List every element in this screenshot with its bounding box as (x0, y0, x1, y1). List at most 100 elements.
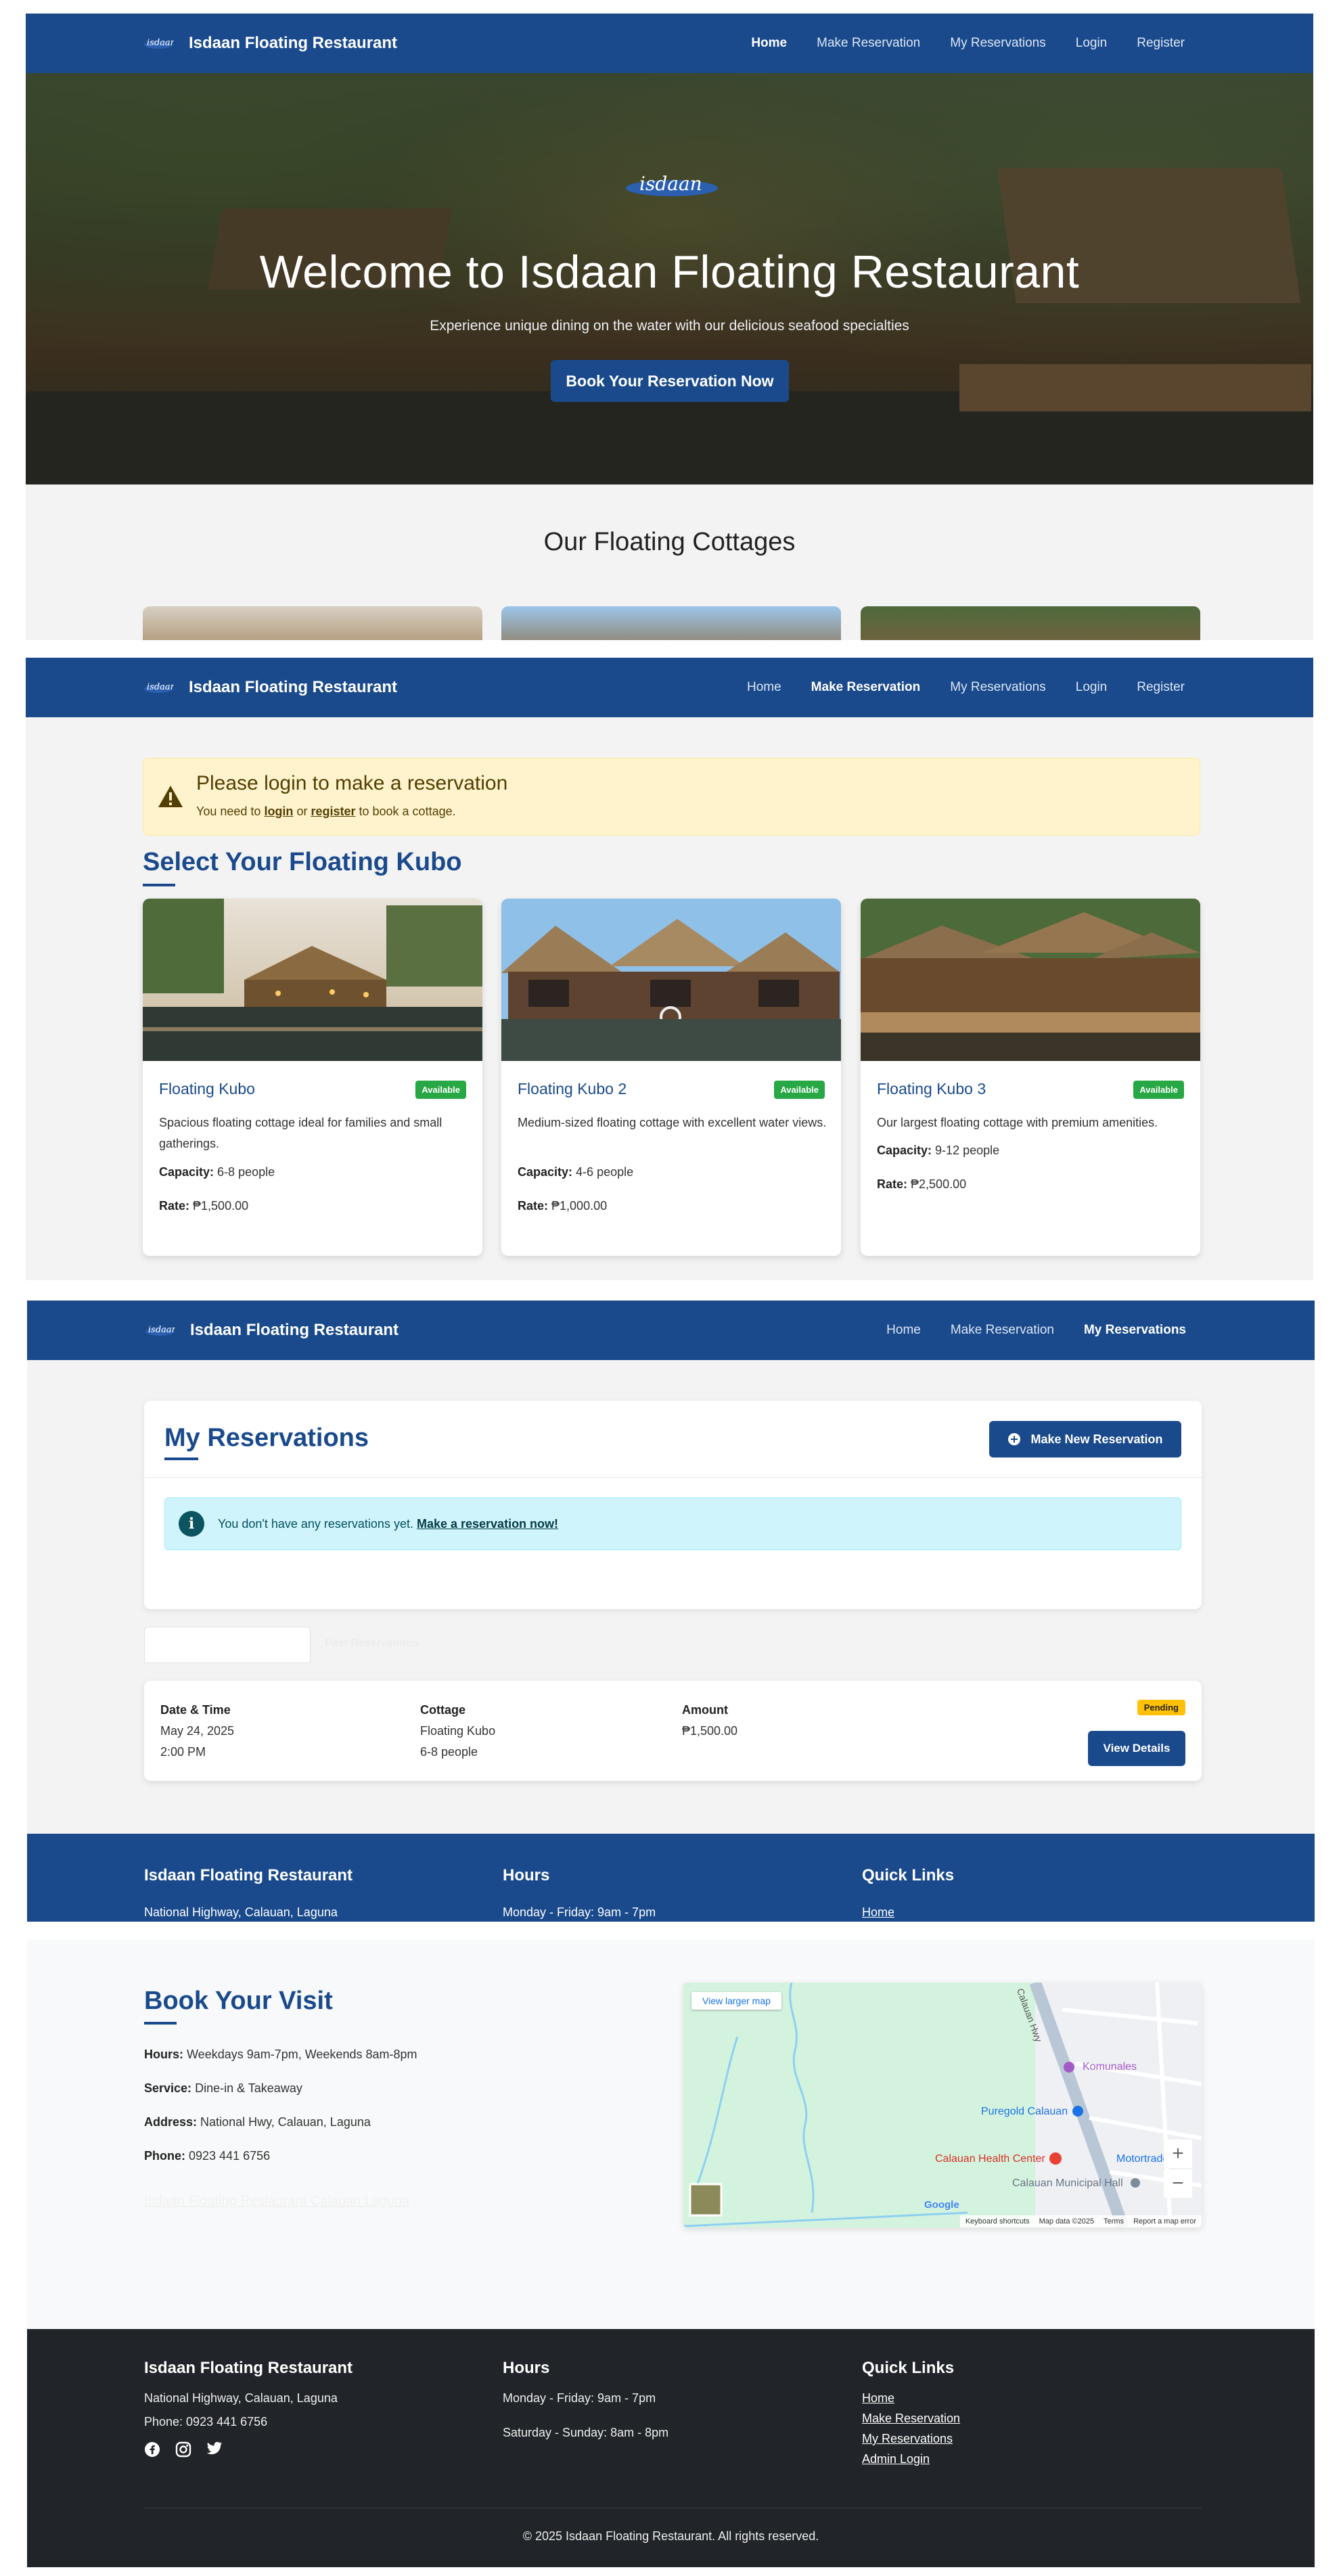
visit-service: Service: Dine-in & Takeaway (144, 2081, 302, 2095)
nav-register[interactable]: Register (1137, 680, 1185, 695)
view-larger-map-link[interactable]: View larger map (691, 1992, 781, 2010)
footer-link-make-reservation[interactable]: Make Reservation (862, 2412, 960, 2426)
brand-logo: isdaan (143, 677, 174, 698)
cottage-preview-1 (143, 606, 482, 640)
zoom-out-button[interactable]: − (1164, 2169, 1192, 2198)
footer-hours-weekday: Monday - Friday: 9am - 7pm (503, 2391, 656, 2405)
nav-login[interactable]: Login (1076, 680, 1108, 695)
title-underline (164, 1458, 198, 1460)
nav-register[interactable]: Register (1137, 36, 1185, 51)
register-link[interactable]: register (311, 805, 355, 818)
map-place-label: Calauan Health Center (935, 2153, 1045, 2165)
footer-address: National Highway, Calauan, Laguna (144, 2391, 338, 2405)
instagram-icon[interactable] (175, 2441, 191, 2458)
kubo-card[interactable]: Floating Kubo Available Spacious floatin… (143, 899, 482, 1256)
footer-col-links: Quick Links Home (862, 1866, 955, 1920)
login-link[interactable]: login (264, 805, 293, 818)
make-reservation-link[interactable]: Make a reservation now! (417, 1517, 558, 1531)
reservation-row: Date & Time May 24, 2025 2:00 PM Cottage… (144, 1681, 1202, 1781)
report-error-link[interactable]: Report a map error (1133, 2217, 1196, 2225)
kubo-card[interactable]: Floating Kubo 2 Available Medium-sized f… (501, 899, 841, 1256)
nav-brand[interactable]: isdaan Isdaan Floating Restaurant (143, 658, 397, 717)
nav-home[interactable]: Home (751, 36, 787, 51)
reservations-card: My Reservations Make New Reservation i Y… (144, 1401, 1202, 1609)
footer-link-home[interactable]: Home (862, 2391, 960, 2405)
info-icon: i (179, 1511, 204, 1537)
brand-logo: isdaan (143, 33, 174, 53)
nav-my-reservations[interactable]: My Reservations (950, 36, 1046, 51)
footer-link-admin-login[interactable]: Admin Login (862, 2452, 960, 2466)
navbar: isdaan Isdaan Floating Restaurant Home M… (26, 658, 1313, 717)
nav-links: Home Make Reservation My Reservations (886, 1301, 1186, 1360)
footer-preview: Isdaan Floating Restaurant National High… (27, 1834, 1315, 1922)
hero-section: isdaan Welcome to Isdaan Floating Restau… (26, 73, 1313, 484)
kubo-description: Spacious floating cottage ideal for fami… (159, 1116, 442, 1150)
facebook-icon[interactable] (144, 2441, 160, 2458)
tab-past-reservations[interactable]: Past Reservations (325, 1637, 419, 1650)
footer-link-home[interactable]: Home (862, 1905, 954, 1920)
cottages-section: Our Floating Cottages (26, 484, 1313, 640)
book-reservation-button[interactable]: Book Your Reservation Now (551, 360, 789, 402)
cottage-preview-3 (861, 606, 1200, 640)
status-badge: Pending (1137, 1700, 1185, 1715)
footer-link-my-reservations[interactable]: My Reservations (862, 2432, 960, 2446)
map-attribution: Keyboard shortcuts Map data ©2025 Terms … (959, 2215, 1202, 2228)
kubo-description: Our largest floating cottage with premiu… (877, 1116, 1158, 1129)
view-details-button[interactable]: View Details (1088, 1731, 1185, 1766)
no-reservations-alert: i You don't have any reservations yet. M… (164, 1497, 1181, 1550)
footer: Isdaan Floating Restaurant National High… (27, 2329, 1315, 2567)
availability-badge: Available (415, 1081, 466, 1099)
make-new-reservation-button[interactable]: Make New Reservation (989, 1421, 1181, 1458)
embedded-map[interactable]: View larger map Calauan Hwy Komunales Pu… (683, 1983, 1202, 2228)
nav-make-reservation[interactable]: Make Reservation (817, 36, 920, 51)
nav-home[interactable]: Home (747, 680, 781, 695)
kubo-rate: Rate: ₱1,000.00 (518, 1199, 608, 1213)
tab-upcoming[interactable] (144, 1627, 311, 1663)
nav-brand[interactable]: isdaan Isdaan Floating Restaurant (143, 14, 397, 73)
svg-text:isdaan: isdaan (147, 682, 174, 692)
footer-col-hours: Hours Monday - Friday: 9am - 7pm Saturda… (503, 2359, 668, 2440)
map-place-label: Motortrade (1116, 2153, 1169, 2165)
book-visit-section: Book Your Visit Hours: Weekdays 9am-7pm,… (27, 1939, 1315, 2329)
title-underline (144, 2022, 177, 2025)
zoom-in-button[interactable]: + (1164, 2140, 1192, 2168)
kubo-capacity: Capacity: 6-8 people (159, 1165, 275, 1179)
google-logo: Google (924, 2199, 959, 2211)
footer-col-brand: Isdaan Floating Restaurant National High… (144, 2359, 353, 2429)
twitter-icon[interactable] (206, 2441, 223, 2456)
footer-col-links: Quick Links Home Make Reservation My Res… (862, 2359, 960, 2466)
nav-make-reservation[interactable]: Make Reservation (811, 680, 921, 695)
nav-my-reservations[interactable]: My Reservations (1084, 1323, 1186, 1338)
kubo-description: Medium-sized floating cottage with excel… (518, 1116, 827, 1129)
visit-hours: Hours: Weekdays 9am-7pm, Weekends 8am-8p… (144, 2048, 417, 2061)
cottages-heading: Our Floating Cottages (543, 528, 796, 556)
reservation-capacity: 6-8 people (420, 1745, 478, 1759)
reservation-time: 2:00 PM (160, 1745, 206, 1759)
nav-home[interactable]: Home (886, 1323, 921, 1338)
hero-subtitle: Experience unique dining on the water wi… (430, 318, 909, 334)
home-page-panel: isdaan Isdaan Floating Restaurant Home M… (26, 14, 1313, 640)
availability-badge: Available (1133, 1081, 1184, 1099)
nav-login[interactable]: Login (1076, 36, 1108, 51)
nav-brand[interactable]: isdaan Isdaan Floating Restaurant (144, 1301, 399, 1360)
reservation-amount: ₱1,500.00 (682, 1724, 738, 1738)
brand-name: Isdaan Floating Restaurant (190, 1321, 399, 1339)
map-place-label: Puregold Calauan (981, 2106, 1068, 2117)
my-reservations-panel: isdaan Isdaan Floating Restaurant Home M… (27, 1301, 1315, 1922)
terms-link[interactable]: Terms (1104, 2217, 1124, 2225)
plus-circle-icon (1008, 1433, 1021, 1445)
brand-name: Isdaan Floating Restaurant (189, 678, 398, 696)
reservation-date: May 24, 2025 (160, 1724, 235, 1738)
directions-link[interactable]: Isdaan Floating Restaurant Calauan Lagun… (144, 2194, 410, 2209)
navbar: isdaan Isdaan Floating Restaurant Home M… (26, 14, 1313, 73)
no-reservations-text: You don't have any reservations yet. Mak… (218, 1517, 559, 1531)
keyboard-shortcuts-link[interactable]: Keyboard shortcuts (965, 2217, 1030, 2225)
make-reservation-panel: isdaan Isdaan Floating Restaurant Home M… (26, 658, 1313, 1280)
alert-title: Please login to make a reservation (196, 772, 508, 794)
nav-make-reservation[interactable]: Make Reservation (951, 1323, 1054, 1338)
kubo-card[interactable]: Floating Kubo 3 Available Our largest fl… (861, 899, 1200, 1256)
nav-my-reservations[interactable]: My Reservations (950, 680, 1046, 695)
visit-phone: Phone: 0923 441 6756 (144, 2149, 271, 2163)
svg-text:isdaan: isdaan (147, 38, 174, 48)
heading-underline (143, 884, 175, 886)
